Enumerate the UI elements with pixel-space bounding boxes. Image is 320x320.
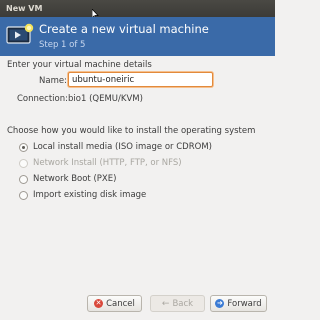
new-vm-dialog: New VM Create a new virtual machine Step…	[0, 0, 275, 320]
wizard-header: Create a new virtual machine Step 1 of 5	[0, 17, 275, 56]
radio-label: Import existing disk image	[33, 190, 147, 200]
name-input[interactable]	[68, 72, 213, 87]
radio-import-disk[interactable]: Import existing disk image	[19, 190, 146, 200]
forward-label: Forward	[227, 298, 262, 309]
radio-label: Network Install (HTTP, FTP, or NFS)	[33, 158, 182, 168]
radio-button-selected[interactable]	[19, 142, 28, 152]
radio-button[interactable]	[19, 174, 28, 184]
forward-button[interactable]: ➜ Forward	[210, 295, 267, 312]
name-label: Name:	[39, 76, 67, 86]
radio-label: Network Boot (PXE)	[33, 174, 117, 184]
back-button[interactable]: ← Back	[150, 295, 205, 312]
new-vm-monitor-icon	[6, 23, 34, 44]
connection-label: Connection:	[17, 94, 68, 104]
title-bar[interactable]: New VM	[0, 0, 275, 20]
radio-network-boot[interactable]: Network Boot (PXE)	[19, 174, 116, 184]
connection-value: bio1 (QEMU/KVM)	[68, 94, 143, 104]
radio-button[interactable]	[19, 190, 28, 200]
forward-icon: ➜	[215, 299, 225, 308]
radio-local-media[interactable]: Local install media (ISO image or CDROM)	[19, 142, 212, 152]
radio-button[interactable]	[19, 158, 28, 168]
install-section-label: Choose how you would like to install the…	[7, 126, 256, 136]
back-arrow-icon: ←	[161, 298, 170, 309]
window-title: New VM	[6, 4, 43, 13]
back-label: Back	[172, 298, 194, 309]
radio-label: Local install media (ISO image or CDROM)	[33, 142, 212, 152]
header-step: Step 1 of 5	[39, 40, 86, 50]
cancel-label: Cancel	[106, 298, 135, 309]
details-section-label: Enter your virtual machine details	[7, 60, 152, 70]
radio-network-install[interactable]: Network Install (HTTP, FTP, or NFS)	[19, 158, 182, 168]
header-title: Create a new virtual machine	[39, 22, 209, 36]
cancel-button[interactable]: ✕ Cancel	[87, 295, 142, 312]
cancel-icon: ✕	[94, 299, 104, 308]
